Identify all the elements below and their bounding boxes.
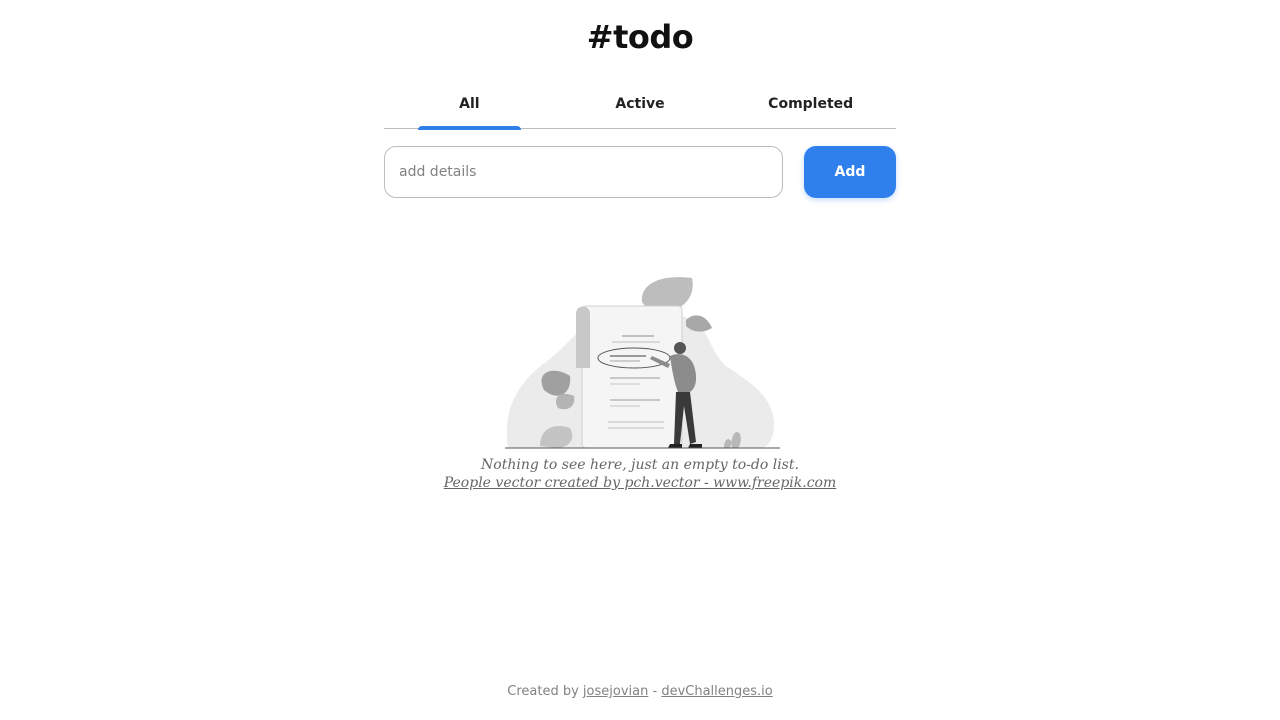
filter-tabs: All Active Completed — [384, 84, 896, 130]
empty-state-message: Nothing to see here, just an empty to-do… — [481, 457, 799, 473]
page-title: #todo — [586, 18, 694, 56]
tab-active-label: Active — [615, 96, 665, 112]
tab-completed-label: Completed — [768, 96, 854, 112]
add-button[interactable]: Add — [804, 146, 896, 198]
todo-app: #todo All Active Completed Add — [0, 0, 1280, 720]
tab-active[interactable]: Active — [555, 84, 726, 128]
footer-separator: - — [648, 684, 662, 699]
task-details-input[interactable] — [384, 146, 783, 198]
add-task-form: Add — [384, 146, 896, 198]
tab-all[interactable]: All — [384, 84, 555, 130]
active-tab-indicator — [418, 126, 521, 130]
footer: Created by josejovian - devChallenges.io — [0, 684, 1280, 699]
illustration-credit-link[interactable]: People vector created by pch.vector - ww… — [0, 474, 1280, 492]
footer-site-link[interactable]: devChallenges.io — [661, 684, 772, 699]
footer-author-link[interactable]: josejovian — [583, 684, 648, 699]
tab-all-label: All — [459, 96, 480, 112]
person-with-todo-list-illustration-icon — [505, 277, 780, 449]
tab-completed[interactable]: Completed — [725, 84, 896, 128]
scroll-document — [576, 305, 683, 449]
empty-state-caption: Nothing to see here, just an empty to-do… — [0, 456, 1280, 492]
footer-prefix: Created by — [507, 684, 583, 699]
